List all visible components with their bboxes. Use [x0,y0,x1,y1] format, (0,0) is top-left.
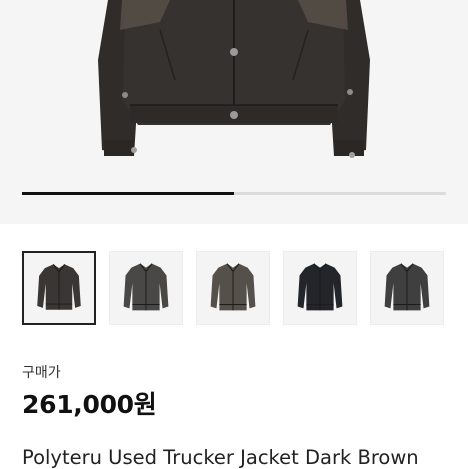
thumbnail-strip [22,251,468,327]
jacket-thumbnail-image [384,263,430,311]
thumbnail-jacket-front-grey[interactable] [109,251,183,325]
price-label: 구매가 [22,365,61,381]
gallery-progress-fill [22,192,234,195]
product-title: Polyteru Used Trucker Jacket Dark Brown [22,446,419,469]
thumbnail-jacket-front-washed[interactable] [196,251,270,325]
jacket-thumbnail-image [297,263,343,311]
jacket-main-image [98,0,370,158]
thumbnail-jacket-front-black[interactable] [283,251,357,325]
jacket-thumbnail-image [210,263,256,311]
gallery-progress-track [22,192,446,195]
price-value: 261,000원 [22,390,157,419]
product-image-hero[interactable] [0,0,468,224]
thumbnail-jacket-front-charcoal[interactable] [370,251,444,325]
jacket-thumbnail-image [123,263,169,311]
jacket-thumbnail-image [37,264,81,310]
thumbnail-jacket-front-dark-brown[interactable] [22,251,96,325]
